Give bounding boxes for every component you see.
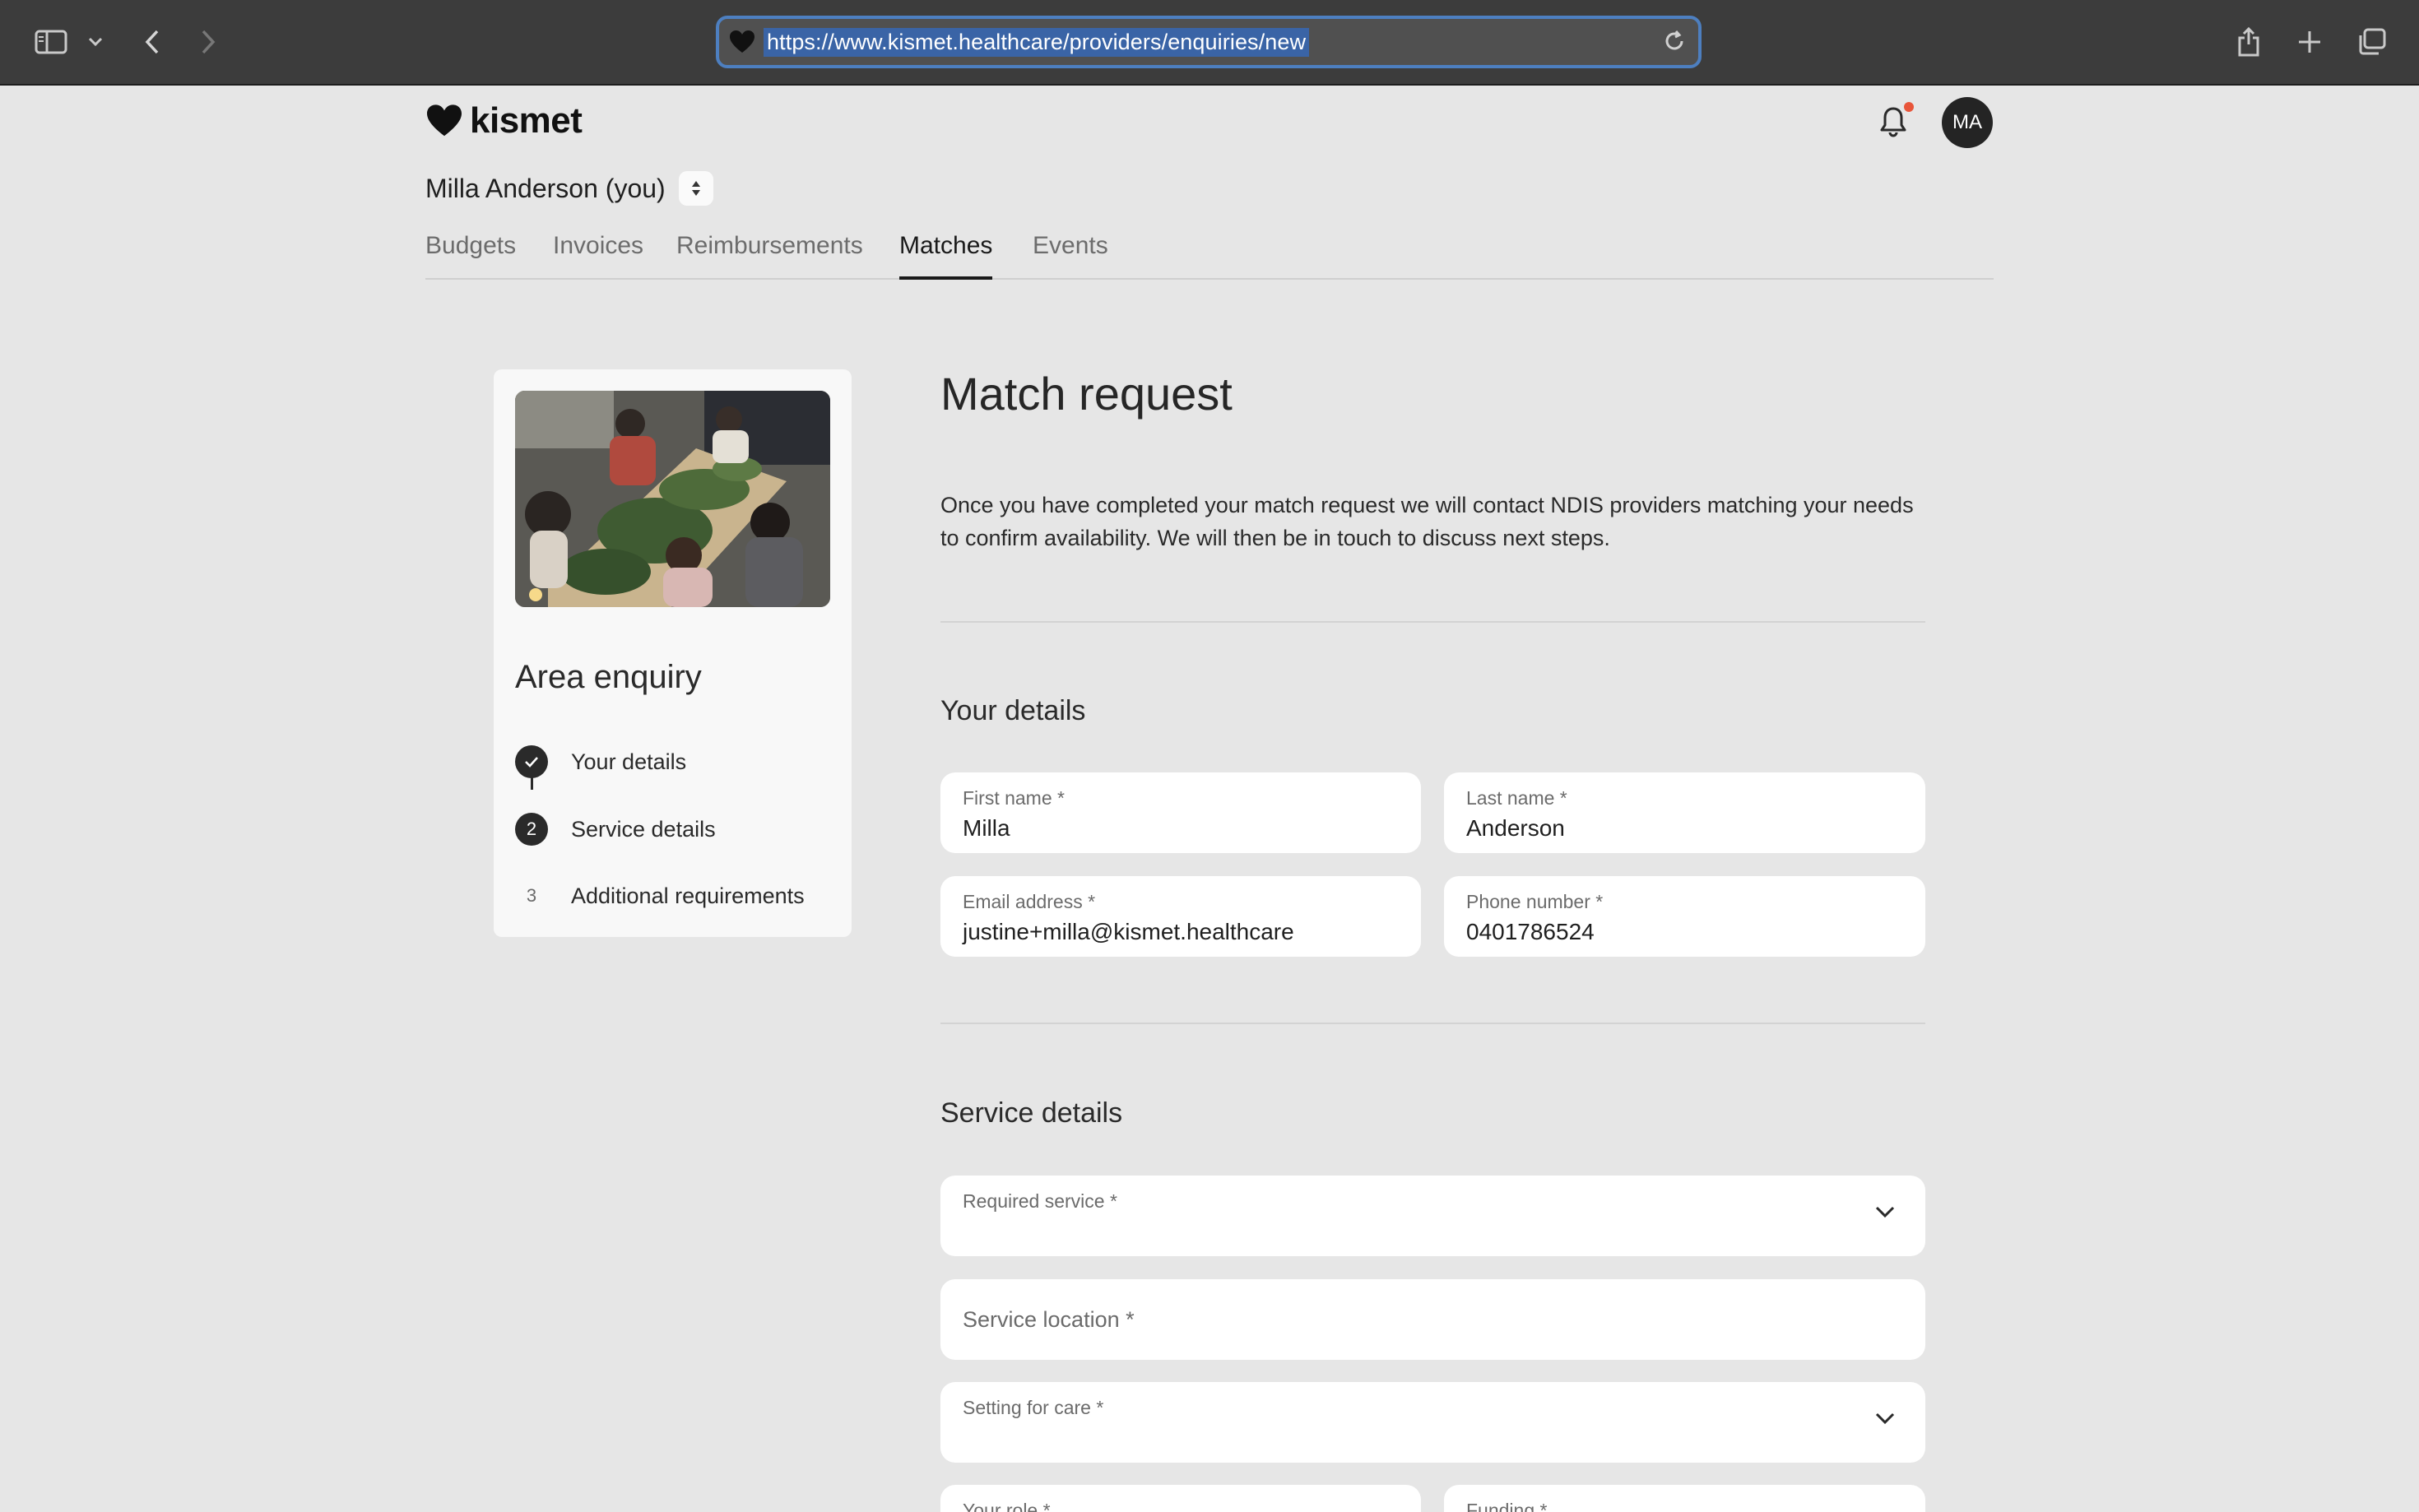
setting-for-care-select[interactable]: Setting for care * <box>940 1382 1925 1463</box>
tab-reimbursements[interactable]: Reimbursements <box>676 232 863 280</box>
brand-name: kismet <box>470 100 583 141</box>
enquiry-photo <box>515 391 830 607</box>
first-name-field[interactable]: First name * Milla <box>940 772 1421 853</box>
last-name-field[interactable]: Last name * Anderson <box>1444 772 1925 853</box>
step-number: 3 <box>526 885 537 906</box>
chevron-down-icon <box>1874 1205 1896 1222</box>
share-icon[interactable] <box>2235 23 2263 61</box>
email-field[interactable]: Email address * justine+milla@kismet.hea… <box>940 876 1421 957</box>
step-label: Service details <box>571 816 716 842</box>
field-label: Setting for care * <box>963 1397 1104 1418</box>
field-label: First name * <box>963 787 1065 809</box>
intro-text: Once you have completed your match reque… <box>940 493 1914 550</box>
tab-matches[interactable]: Matches <box>899 232 993 280</box>
funding-select[interactable]: Funding * <box>1444 1485 1925 1512</box>
step-label: Additional requirements <box>571 883 805 908</box>
notifications-bell-icon[interactable] <box>1879 102 1914 141</box>
back-icon[interactable] <box>140 23 165 61</box>
section-heading-your-details: Your details <box>940 695 1086 726</box>
sidebar-toggle-icon[interactable] <box>33 23 69 61</box>
tab-overview-icon[interactable] <box>2356 23 2388 61</box>
field-label: Required service * <box>963 1190 1117 1212</box>
step-label: Your details <box>571 749 687 774</box>
reload-icon[interactable] <box>1662 29 1687 58</box>
field-label: Phone number * <box>1466 891 1604 912</box>
enquiry-steps-card: Area enquiry Your details 2 Service deta… <box>494 369 852 937</box>
field-label: Last name * <box>1466 787 1567 809</box>
service-location-input[interactable]: Service location * <box>940 1279 1925 1360</box>
phone-field[interactable]: Phone number * 0401786524 <box>1444 876 1925 957</box>
step-number: 2 <box>515 813 548 846</box>
forward-icon[interactable] <box>196 23 221 61</box>
field-label: Funding * <box>1466 1500 1548 1512</box>
section-heading-service-details: Service details <box>940 1097 1123 1129</box>
account-switcher[interactable]: Milla Anderson (you) <box>425 171 713 206</box>
divider <box>940 1023 1925 1024</box>
step-additional-requirements[interactable]: 3 Additional requirements <box>515 879 805 912</box>
step-service-details[interactable]: 2 Service details <box>515 813 716 846</box>
chevron-down-icon[interactable] <box>86 23 105 61</box>
tab-events[interactable]: Events <box>1033 232 1108 280</box>
site-favicon-heart-icon <box>727 27 757 57</box>
card-title: Area enquiry <box>515 659 702 695</box>
field-value[interactable]: 0401786524 <box>1466 919 1595 945</box>
field-value[interactable]: Anderson <box>1466 815 1565 842</box>
field-value[interactable]: justine+milla@kismet.healthcare <box>963 919 1294 945</box>
address-bar[interactable]: https://www.kismet.healthcare/providers/… <box>716 16 1702 68</box>
field-label: Email address * <box>963 891 1096 912</box>
new-tab-plus-icon[interactable] <box>2296 23 2324 61</box>
your-role-select[interactable]: Your role * <box>940 1485 1421 1512</box>
kismet-logo[interactable]: kismet <box>425 100 583 141</box>
field-label: Your role * <box>963 1500 1051 1512</box>
field-placeholder: Service location * <box>963 1307 1135 1332</box>
account-name: Milla Anderson (you) <box>425 173 666 203</box>
user-avatar[interactable]: MA <box>1942 97 1993 148</box>
field-value[interactable]: Milla <box>963 815 1010 842</box>
notification-badge <box>1904 102 1914 112</box>
divider <box>940 621 1925 623</box>
account-switch-button[interactable] <box>678 171 713 206</box>
required-service-select[interactable]: Required service * <box>940 1176 1925 1256</box>
main-tabs: Budgets Invoices Reimbursements Matches … <box>425 232 1994 280</box>
heart-logo-icon <box>427 104 462 137</box>
tab-budgets[interactable]: Budgets <box>425 232 516 280</box>
browser-toolbar: https://www.kismet.healthcare/providers/… <box>0 0 2419 86</box>
chevron-down-icon <box>1874 1412 1896 1429</box>
page-title: Match request <box>940 368 1233 420</box>
checkmark-icon <box>515 745 548 778</box>
step-your-details[interactable]: Your details <box>515 745 686 778</box>
tab-invoices[interactable]: Invoices <box>553 232 643 280</box>
url-text[interactable]: https://www.kismet.healthcare/providers/… <box>764 27 1310 57</box>
sort-updown-icon <box>691 181 700 196</box>
